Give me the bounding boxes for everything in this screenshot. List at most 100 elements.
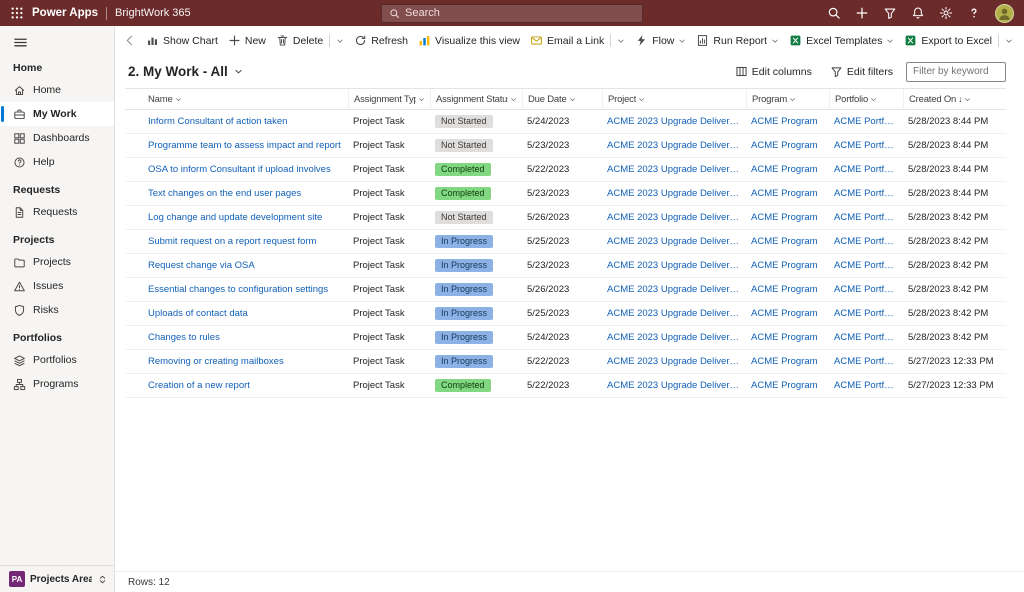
program-link[interactable]: ACME Program [746, 116, 829, 127]
project-link[interactable]: ACME 2023 Upgrade Deliverable [602, 212, 746, 223]
table-row[interactable]: Essential changes to configuration setti… [125, 278, 1006, 302]
chevron-down-icon[interactable] [1005, 37, 1013, 45]
sidebar-item-home[interactable]: Home [0, 78, 114, 102]
select-all-checkbox[interactable] [125, 89, 143, 109]
chevron-down-icon[interactable] [678, 37, 686, 45]
table-row[interactable]: Programme team to assess impact and repo… [125, 134, 1006, 158]
environment-name[interactable]: BrightWork 365 [115, 7, 191, 19]
table-row[interactable]: Inform Consultant of action takenProject… [125, 110, 1006, 134]
table-row[interactable]: Uploads of contact dataProject TaskIn Pr… [125, 302, 1006, 326]
add-icon[interactable] [855, 6, 869, 20]
command-run-report[interactable]: Run Report [692, 29, 783, 52]
project-link[interactable]: ACME 2023 Upgrade Deliverable [602, 260, 746, 271]
project-link[interactable]: ACME 2023 Upgrade Deliverable [602, 284, 746, 295]
column-header-name[interactable]: Name [143, 89, 348, 109]
program-link[interactable]: ACME Program [746, 212, 829, 223]
table-row[interactable]: Log change and update development sitePr… [125, 206, 1006, 230]
task-name-link[interactable]: OSA to inform Consultant if upload invol… [143, 164, 348, 175]
sidebar-item-risks[interactable]: Risks [0, 298, 114, 322]
task-name-link[interactable]: Essential changes to configuration setti… [143, 284, 348, 295]
table-row[interactable]: Removing or creating mailboxesProject Ta… [125, 350, 1006, 374]
column-header-assignment-status[interactable]: Assignment Status [430, 89, 522, 109]
program-link[interactable]: ACME Program [746, 236, 829, 247]
portfolio-link[interactable]: ACME Portfolio [829, 284, 903, 295]
user-avatar[interactable] [995, 4, 1014, 23]
chevron-down-icon[interactable] [336, 37, 344, 45]
task-name-link[interactable]: Uploads of contact data [143, 308, 348, 319]
project-link[interactable]: ACME 2023 Upgrade Deliverable [602, 356, 746, 367]
command-new[interactable]: New [224, 29, 270, 52]
edit-columns-button[interactable]: Edit columns [730, 62, 817, 81]
sidebar-item-portfolios[interactable]: Portfolios [0, 348, 114, 372]
project-link[interactable]: ACME 2023 Upgrade Deliverable [602, 140, 746, 151]
portfolio-link[interactable]: ACME Portfolio [829, 116, 903, 127]
sidebar-item-programs[interactable]: Programs [0, 372, 114, 396]
command-refresh[interactable]: Refresh [350, 29, 412, 52]
command-export-to-excel[interactable]: Export to Excel [900, 29, 1017, 52]
program-link[interactable]: ACME Program [746, 356, 829, 367]
task-name-link[interactable]: Submit request on a report request form [143, 236, 348, 247]
project-link[interactable]: ACME 2023 Upgrade Deliverable [602, 332, 746, 343]
program-link[interactable]: ACME Program [746, 140, 829, 151]
column-header-due-date[interactable]: Due Date [522, 89, 602, 109]
task-name-link[interactable]: Removing or creating mailboxes [143, 356, 348, 367]
portfolio-link[interactable]: ACME Portfolio [829, 332, 903, 343]
command-delete[interactable]: Delete [272, 29, 348, 52]
area-switcher[interactable]: PA Projects Area [0, 565, 114, 592]
program-link[interactable]: ACME Program [746, 284, 829, 295]
table-row[interactable]: Text changes on the end user pagesProjec… [125, 182, 1006, 206]
table-row[interactable]: OSA to inform Consultant if upload invol… [125, 158, 1006, 182]
filter-by-keyword-input[interactable] [906, 62, 1006, 82]
table-row[interactable]: Creation of a new reportProject TaskComp… [125, 374, 1006, 398]
program-link[interactable]: ACME Program [746, 188, 829, 199]
task-name-link[interactable]: Creation of a new report [143, 380, 348, 391]
global-search[interactable] [381, 4, 643, 23]
portfolio-link[interactable]: ACME Portfolio [829, 380, 903, 391]
chevron-down-icon[interactable] [771, 37, 779, 45]
global-search-input[interactable] [405, 7, 635, 19]
portfolio-link[interactable]: ACME Portfolio [829, 140, 903, 151]
task-name-link[interactable]: Changes to rules [143, 332, 348, 343]
portfolio-link[interactable]: ACME Portfolio [829, 236, 903, 247]
table-row[interactable]: Submit request on a report request formP… [125, 230, 1006, 254]
edit-filters-button[interactable]: Edit filters [825, 62, 898, 81]
sidebar-item-dashboards[interactable]: Dashboards [0, 126, 114, 150]
project-link[interactable]: ACME 2023 Upgrade Deliverable [602, 236, 746, 247]
task-name-link[interactable]: Inform Consultant of action taken [143, 116, 348, 127]
project-link[interactable]: ACME 2023 Upgrade Deliverable [602, 116, 746, 127]
view-selector[interactable]: 2. My Work - All [128, 64, 243, 79]
filter-icon[interactable] [883, 6, 897, 20]
project-link[interactable]: ACME 2023 Upgrade Deliverable [602, 164, 746, 175]
project-link[interactable]: ACME 2023 Upgrade Deliverable [602, 188, 746, 199]
hamburger-menu-icon[interactable] [13, 35, 28, 50]
notifications-bell-icon[interactable] [911, 6, 925, 20]
switch-area-icon[interactable] [97, 574, 108, 585]
program-link[interactable]: ACME Program [746, 260, 829, 271]
column-header-portfolio[interactable]: Portfolio [829, 89, 903, 109]
portfolio-link[interactable]: ACME Portfolio [829, 356, 903, 367]
program-link[interactable]: ACME Program [746, 308, 829, 319]
portfolio-link[interactable]: ACME Portfolio [829, 188, 903, 199]
help-question-icon[interactable] [967, 6, 981, 20]
column-header-program[interactable]: Program [746, 89, 829, 109]
chevron-down-icon[interactable] [617, 37, 625, 45]
command-email-a-link[interactable]: Email a Link [526, 29, 629, 52]
command-flow[interactable]: Flow [631, 29, 690, 52]
program-link[interactable]: ACME Program [746, 332, 829, 343]
back-icon[interactable] [123, 34, 136, 47]
project-link[interactable]: ACME 2023 Upgrade Deliverable [602, 308, 746, 319]
task-name-link[interactable]: Programme team to assess impact and repo… [143, 140, 348, 151]
settings-gear-icon[interactable] [939, 6, 953, 20]
chevron-down-icon[interactable] [886, 37, 894, 45]
task-name-link[interactable]: Text changes on the end user pages [143, 188, 348, 199]
column-header-assignment-type[interactable]: Assignment Type [348, 89, 430, 109]
column-header-project[interactable]: Project [602, 89, 746, 109]
command-visualize-this-view[interactable]: Visualize this view [414, 29, 524, 52]
app-title[interactable]: Power Apps [32, 7, 98, 19]
column-header-created-on[interactable]: Created On↓ [903, 89, 1006, 109]
table-row[interactable]: Request change via OSAProject TaskIn Pro… [125, 254, 1006, 278]
portfolio-link[interactable]: ACME Portfolio [829, 212, 903, 223]
search-icon[interactable] [827, 6, 841, 20]
command-excel-templates[interactable]: Excel Templates [785, 29, 898, 52]
sidebar-item-projects[interactable]: Projects [0, 250, 114, 274]
